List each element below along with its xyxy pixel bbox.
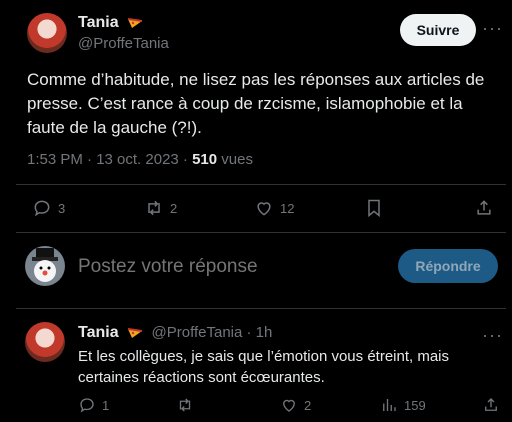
- reply-views-count: 159: [404, 397, 426, 413]
- divider: [16, 184, 506, 185]
- share-action[interactable]: [474, 198, 494, 218]
- divider: [16, 308, 506, 309]
- follow-button[interactable]: Suivre: [400, 14, 476, 46]
- divider: [16, 232, 506, 233]
- reply-reply-count: 1: [102, 397, 110, 413]
- pizza-emoji-icon: [127, 327, 143, 338]
- reply-count: 3: [58, 200, 66, 216]
- author-handle[interactable]: @ProffeTania: [78, 35, 169, 52]
- current-user-avatar[interactable]: [25, 246, 65, 286]
- heart-icon: [283, 399, 295, 412]
- views-label: vues: [217, 151, 253, 168]
- bookmark-action[interactable]: [364, 198, 384, 218]
- share-icon: [485, 398, 497, 411]
- tweet-text: Comme d’habitude, ne lisez pas les répon…: [27, 70, 485, 137]
- reply-reply-action[interactable]: 1: [78, 396, 109, 414]
- reply-retweet-action[interactable]: [176, 396, 194, 414]
- reply-button[interactable]: Répondre: [398, 249, 498, 283]
- reply-icon: [34, 200, 50, 217]
- views-count: 510: [192, 151, 218, 168]
- author-avatar[interactable]: [27, 13, 67, 53]
- like-count: 12: [280, 200, 295, 216]
- retweet-icon: [179, 398, 191, 412]
- reply-more-options-icon[interactable]: ···: [482, 325, 503, 346]
- like-action[interactable]: 12: [254, 198, 294, 218]
- reply-tweet-text: Et les collègues, je sais que l’émotion …: [78, 348, 450, 386]
- reply-author-name[interactable]: Tania: [78, 324, 119, 341]
- reply-author-row: Tania @ProffeTania · 1h: [78, 324, 272, 342]
- share-icon: [477, 200, 491, 215]
- tweet-timestamp[interactable]: 1:53 PM · 13 oct. 2023 ·: [27, 151, 192, 168]
- reply-author-handle[interactable]: @ProffeTania · 1h: [152, 324, 273, 341]
- reply-icon: [80, 398, 94, 413]
- reply-author-avatar[interactable]: [25, 322, 65, 362]
- author-name-row: Tania: [78, 14, 143, 32]
- heart-icon: [257, 202, 271, 216]
- retweet-action[interactable]: 2: [144, 198, 177, 218]
- reply-views-action[interactable]: 159: [380, 396, 426, 414]
- more-options-icon[interactable]: ···: [482, 18, 503, 39]
- reply-action[interactable]: 3: [32, 198, 65, 218]
- reply-input[interactable]: [78, 254, 378, 280]
- bookmark-icon: [368, 199, 380, 218]
- retweet-icon: [148, 200, 160, 216]
- tweet-meta: 1:53 PM · 13 oct. 2023 · 510 vues: [27, 151, 253, 168]
- author-name[interactable]: Tania: [78, 14, 119, 31]
- retweet-count: 2: [170, 200, 178, 216]
- analytics-icon: [383, 399, 396, 411]
- pizza-emoji-icon: [127, 17, 143, 28]
- reply-share-action[interactable]: [482, 396, 500, 414]
- snowman-icon: [32, 248, 58, 282]
- reply-like-action[interactable]: 2: [280, 396, 311, 414]
- reply-like-count: 2: [304, 397, 312, 413]
